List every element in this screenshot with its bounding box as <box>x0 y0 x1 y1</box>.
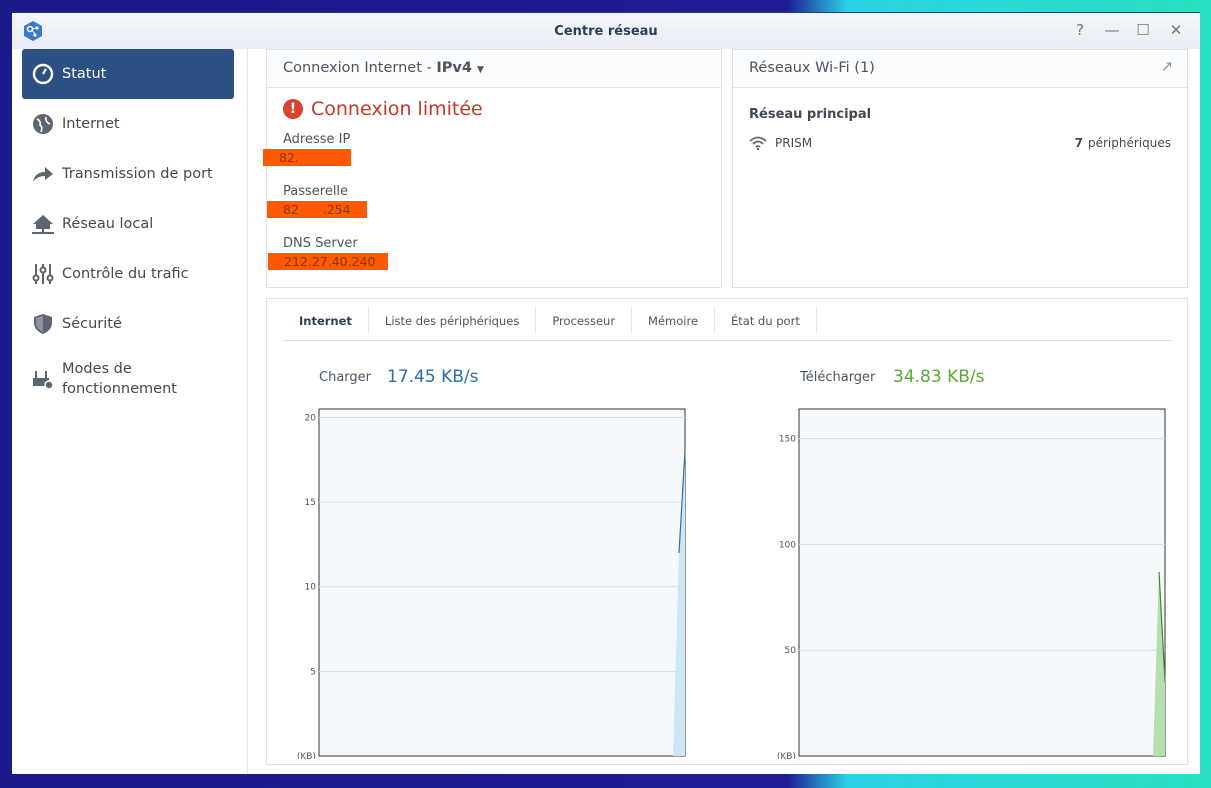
sidebar-item-local-network[interactable]: Réseau local <box>22 199 234 249</box>
plot-area <box>318 408 686 757</box>
download-chart: 50 100 150 (KB) <box>777 408 1166 759</box>
sidebar-item-security[interactable]: Sécurité <box>22 299 234 349</box>
y-tick-label: 150 <box>779 435 796 445</box>
sidebar-item-internet[interactable]: Internet <box>22 99 234 149</box>
tab-port-status[interactable]: État du port <box>715 307 817 333</box>
home-network-icon <box>32 213 54 235</box>
chevron-down-icon[interactable]: ▼ <box>477 65 484 75</box>
sidebar-item-label: Statut <box>62 66 107 82</box>
sidebar-item-traffic-control[interactable]: Contrôle du trafic <box>22 249 234 299</box>
y-tick-label: 100 <box>779 540 796 550</box>
download-rate: 34.83 KB/s <box>893 367 985 387</box>
status-text: Connexion limitée <box>311 98 483 120</box>
y-tick-label: 15 <box>305 498 316 508</box>
ip-address-value: 82. <box>263 149 351 166</box>
sidebar-item-label: Sécurité <box>62 316 122 332</box>
sliders-icon <box>32 263 54 285</box>
tab-memory[interactable]: Mémoire <box>632 307 716 333</box>
connection-status: ! Connexion limitée <box>283 98 483 120</box>
shield-icon <box>32 313 54 335</box>
help-button[interactable]: ? <box>1070 21 1090 39</box>
sidebar-item-label: Réseau local <box>62 216 154 232</box>
globe-icon <box>32 113 54 135</box>
expand-icon[interactable]: ↗ <box>1161 59 1173 75</box>
tab-device-list[interactable]: Liste des périphériques <box>369 307 537 333</box>
sidebar-item-label: Modes de fonctionnement <box>62 361 177 397</box>
wifi-network-item[interactable]: PRISM 7 périphériques <box>749 136 1171 150</box>
title-bar: Centre réseau ? — ☐ ✕ <box>12 13 1200 49</box>
upload-title: Charger <box>319 370 371 385</box>
window-title: Centre réseau <box>554 24 658 39</box>
dns-server-value: 212.27.40.240 <box>268 253 388 270</box>
tab-internet[interactable]: Internet <box>283 307 369 333</box>
minimize-button[interactable]: — <box>1102 21 1122 39</box>
sidebar-item-operation-modes[interactable]: Modes de fonctionnement <box>22 349 234 409</box>
section-title: Réseau principal <box>749 107 872 122</box>
y-tick-label: 20 <box>305 413 317 423</box>
devices-label: périphériques <box>1088 136 1171 150</box>
ip-address-label: Adresse IP <box>283 132 351 147</box>
sidebar-item-statut[interactable]: Statut <box>22 49 234 99</box>
y-tick-label: 5 <box>310 667 316 677</box>
upload-rate: 17.45 KB/s <box>387 367 479 387</box>
monitor-panel: Internet Liste des périphériques Process… <box>266 298 1188 765</box>
share-arrow-icon <box>32 163 54 185</box>
gauge-icon <box>32 63 54 85</box>
y-tick-label: 10 <box>305 583 317 593</box>
tab-processor[interactable]: Processeur <box>536 307 633 333</box>
plot-area <box>798 408 1166 757</box>
device-count: 7 <box>1074 136 1083 150</box>
protocol-dropdown[interactable]: IPv4 <box>436 60 472 76</box>
sidebar: Statut Internet Transmission de port Rés… <box>12 49 248 774</box>
sidebar-item-label: Transmission de port <box>62 166 213 182</box>
wifi-ssid: PRISM <box>775 136 813 150</box>
close-button[interactable]: ✕ <box>1166 21 1186 39</box>
y-axis-unit-label: (KB) <box>777 752 796 759</box>
upload-chart: 5 10 15 20 (KB) <box>297 408 686 759</box>
router-gear-icon <box>32 368 54 390</box>
gateway-value: 82 .254 <box>267 201 367 218</box>
sidebar-item-port-forwarding[interactable]: Transmission de port <box>22 149 234 199</box>
gateway-label: Passerelle <box>283 184 349 199</box>
monitor-tabs: Internet Liste des périphériques Process… <box>283 307 1171 341</box>
panel-title: Réseaux Wi-Fi (1) <box>749 60 875 76</box>
dns-server-label: DNS Server <box>283 236 358 251</box>
sidebar-item-label: Internet <box>62 116 120 132</box>
y-axis-unit-label: (KB) <box>297 752 316 759</box>
wifi-icon <box>749 136 767 150</box>
panel-header: Réseaux Wi-Fi (1) ↗ <box>733 50 1187 88</box>
y-tick-label: 50 <box>785 646 797 656</box>
sidebar-item-label: Contrôle du trafic <box>62 266 189 282</box>
maximize-button[interactable]: ☐ <box>1133 21 1153 39</box>
wifi-networks-panel: Réseaux Wi-Fi (1) ↗ Réseau principal PRIS… <box>732 49 1188 288</box>
warning-icon: ! <box>283 99 303 119</box>
panel-header: Connexion Internet - IPv4 ▼ <box>267 50 721 88</box>
panel-title: Connexion Internet - <box>283 60 437 76</box>
download-title: Télécharger <box>800 370 876 385</box>
internet-connection-panel: Connexion Internet - IPv4 ▼ ! Connexion l… <box>263 49 722 288</box>
network-center-window: Centre réseau ? — ☐ ✕ Statut Internet Tr… <box>12 12 1200 774</box>
